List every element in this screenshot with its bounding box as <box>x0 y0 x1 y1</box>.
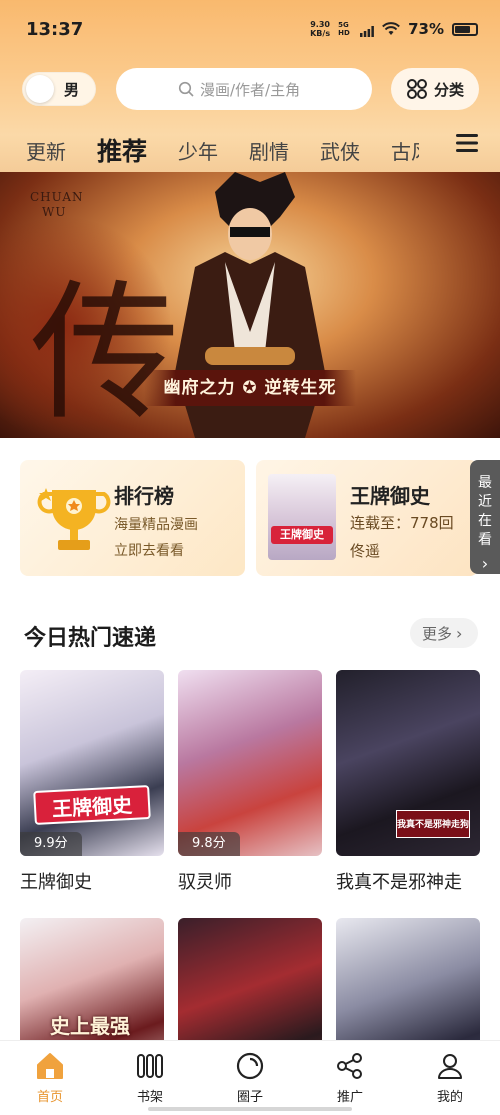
top-row: 男 漫画/作者/主角 分类 <box>0 68 500 110</box>
comic-title: 王牌御史 <box>20 872 92 893</box>
share-icon <box>337 1053 362 1079</box>
nav-circle[interactable]: 圈子 <box>200 1041 300 1115</box>
menu-icon[interactable] <box>456 134 478 152</box>
comic-item[interactable]: 王牌御史 9.9分 王牌御史 <box>20 670 164 894</box>
ranking-action: 立即去看看 <box>114 543 184 559</box>
circle-icon <box>236 1052 264 1080</box>
recent-author: 佟遥 <box>350 542 381 560</box>
cellular-signal-icon: 5G HD <box>338 21 374 37</box>
banner-brand-line1: CHUAN <box>30 190 84 204</box>
recently-read-tab[interactable]: 最 近 在 看 › <box>470 460 500 574</box>
bottom-navigation: 首页 书架 圈子 推广 我的 <box>0 1040 500 1115</box>
comic-item[interactable]: 9.8分 驭灵师 <box>178 670 322 894</box>
nav-promote-label: 推广 <box>336 1090 363 1105</box>
tab-recommend[interactable]: 推荐 <box>97 132 148 178</box>
tab-wuxia[interactable]: 武侠 <box>320 132 360 172</box>
recent-reading-card[interactable]: 王牌御史 王牌御史 连载至：778回 佟遥 <box>256 460 478 576</box>
more-label: 更多 <box>422 624 453 643</box>
tab-ancient[interactable]: 古风 <box>391 132 419 172</box>
comic-cover: 我真不是邪神走狗 <box>336 670 480 856</box>
nav-profile[interactable]: 我的 <box>400 1041 500 1115</box>
trophy-icon <box>37 488 111 550</box>
comic-item[interactable]: 我真不是邪神走狗 我真不是邪神走 <box>336 670 480 894</box>
recent-tab-char: 近 <box>478 494 492 510</box>
recent-progress: 连载至：778回 <box>350 514 454 532</box>
tab-shonen[interactable]: 少年 <box>178 132 218 172</box>
comic-cover-logo: 王牌御史 <box>33 784 151 826</box>
status-indicators: 9.30 KB/s 5G HD 73% <box>310 20 478 38</box>
recent-cover-logo: 王牌御史 <box>271 526 333 544</box>
banner-caption: 幽府之力 ✪ 逆转生死 <box>144 370 356 406</box>
comic-cover: 9.8分 <box>178 670 322 856</box>
comic-cover-logo: 我真不是邪神走狗 <box>396 810 470 838</box>
chevron-right-icon: › <box>481 554 489 573</box>
battery-percent: 73% <box>408 20 444 38</box>
search-input[interactable]: 漫画/作者/主角 <box>116 68 372 110</box>
nav-profile-label: 我的 <box>436 1090 463 1105</box>
home-icon <box>37 1053 63 1079</box>
recent-tab-char: 看 <box>478 532 492 548</box>
score-badge: 9.9分 <box>20 832 82 856</box>
network-speed-value: 9.30 <box>310 20 330 29</box>
ranking-title: 排行榜 <box>114 484 174 508</box>
recent-title: 王牌御史 <box>350 484 430 508</box>
nav-circle-label: 圈子 <box>236 1090 263 1105</box>
network-speed-unit: KB/s <box>310 29 331 38</box>
search-placeholder: 漫画/作者/主角 <box>200 80 301 99</box>
status-bar: 13:37 9.30 KB/s 5G HD 73% <box>0 0 500 58</box>
chevron-right-icon: › <box>456 623 463 643</box>
banner-brand-line2: WU <box>42 205 67 219</box>
ranking-card[interactable]: 排行榜 海量精品漫画 立即去看看 <box>20 460 245 576</box>
nav-bookshelf[interactable]: 书架 <box>100 1041 200 1115</box>
nav-promote[interactable]: 推广 <box>300 1041 400 1115</box>
search-icon <box>178 81 194 97</box>
gender-toggle[interactable]: 男 <box>22 72 96 106</box>
nav-home-label: 首页 <box>36 1090 63 1105</box>
classify-label: 分类 <box>433 80 464 99</box>
section-title: 今日热门速递 <box>24 626 157 651</box>
recent-cover-image: 王牌御史 <box>268 474 336 560</box>
network-type: 5G HD <box>338 21 350 37</box>
more-button[interactable]: 更多 › <box>410 618 478 648</box>
banner-carousel[interactable]: CHUAN WU 传武 幽府之力 ✪ 逆转生死 <box>0 172 500 438</box>
feature-cards: 排行榜 海量精品漫画 立即去看看 王牌御史 王牌御史 连载至：778回 佟遥 <box>0 460 500 576</box>
bookshelf-icon <box>137 1054 163 1078</box>
network-speed: 9.30 KB/s <box>310 20 330 38</box>
comic-title: 我真不是邪神走 <box>336 872 462 893</box>
classify-button[interactable]: 分类 <box>391 68 479 110</box>
score-badge: 9.8分 <box>178 832 240 856</box>
tab-update[interactable]: 更新 <box>26 132 66 172</box>
status-time: 13:37 <box>26 18 84 40</box>
recent-tab-char: 最 <box>478 475 492 491</box>
comic-cover-logo: 史上最强 <box>50 1014 130 1038</box>
comic-title: 驭灵师 <box>178 872 232 893</box>
tab-drama[interactable]: 剧情 <box>249 132 289 172</box>
tab-recommend-label: 推荐 <box>97 137 148 166</box>
ranking-subtitle: 海量精品漫画 <box>114 517 198 533</box>
home-indicator <box>148 1107 352 1111</box>
category-tabs: 更新 推荐 少年 剧情 武侠 古风 <box>0 122 500 178</box>
comic-cover: 王牌御史 9.9分 <box>20 670 164 856</box>
recent-tab-char: 在 <box>478 513 492 529</box>
nav-bookshelf-label: 书架 <box>136 1090 163 1105</box>
gender-toggle-knob[interactable] <box>26 75 54 103</box>
profile-icon <box>438 1054 462 1079</box>
wifi-icon <box>382 22 401 35</box>
battery-icon <box>452 22 478 36</box>
category-grid-icon <box>406 79 427 99</box>
banner-brand: CHUAN WU <box>30 190 84 220</box>
nav-home[interactable]: 首页 <box>0 1041 100 1115</box>
gender-label: 男 <box>64 80 80 99</box>
